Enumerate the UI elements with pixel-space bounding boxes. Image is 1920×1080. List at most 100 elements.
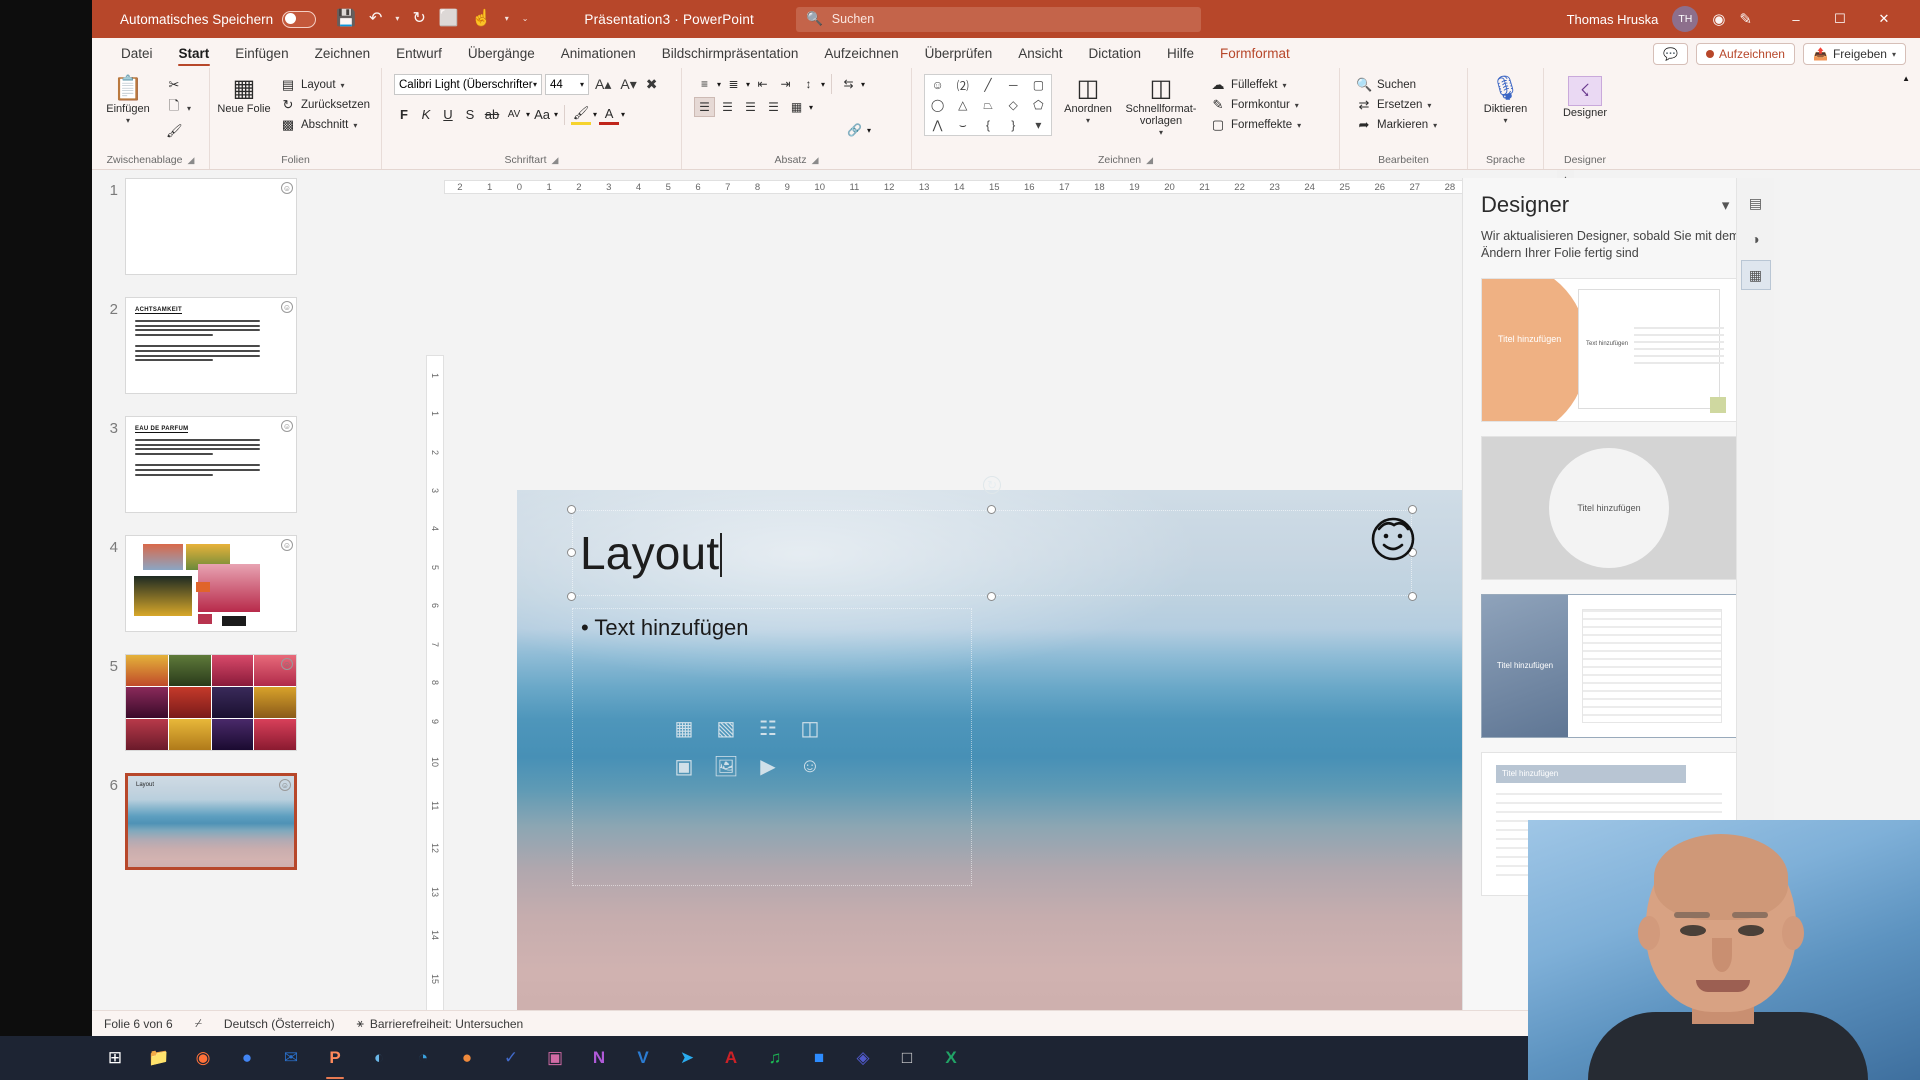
browser-icon[interactable]: ◐	[364, 1043, 394, 1073]
decrease-font-size-icon[interactable]: A▾	[617, 75, 639, 94]
font-name-dropdown-icon[interactable]: ▾	[533, 80, 537, 89]
chart-icon[interactable]: ▧	[717, 716, 736, 741]
undo-icon[interactable]: ↶	[369, 11, 382, 27]
content-placeholder[interactable]: • Text hinzufügen ▦ ▧ ☷ ◫ ▣ 🖼 ▶ ☺	[572, 608, 972, 886]
thumbnail-preview[interactable]: ☺	[125, 535, 297, 632]
font-size-dropdown-icon[interactable]: ▾	[580, 80, 584, 89]
tab-entwurf[interactable]: Entwurf	[383, 43, 455, 68]
designer-button[interactable]: ☇ Designer	[1555, 74, 1615, 119]
share-button[interactable]: 📤 Freigeben ▾	[1802, 43, 1906, 65]
tab-animationen[interactable]: Animationen	[548, 43, 649, 68]
text-shadow-button[interactable]: S	[460, 104, 480, 125]
section-button[interactable]: ▩ Abschnitt ▾	[276, 116, 374, 134]
calendar-icon[interactable]: □	[892, 1043, 922, 1073]
character-spacing-button[interactable]: AV	[504, 104, 524, 125]
todo-icon[interactable]: ✓	[496, 1043, 526, 1073]
redo-icon[interactable]: ↻	[412, 11, 425, 27]
close-button[interactable]: ✕	[1862, 0, 1906, 38]
zoom-icon[interactable]: ■	[804, 1043, 834, 1073]
align-left-button[interactable]: ☰	[694, 97, 715, 117]
telegram-icon[interactable]: ➤	[672, 1043, 702, 1073]
strikethrough-button[interactable]: ab	[482, 104, 502, 125]
3d-model-icon[interactable]: ◫	[801, 716, 820, 741]
icons-icon[interactable]: ☺	[800, 755, 820, 778]
clear-formatting-icon[interactable]: ✖	[643, 75, 661, 94]
thumbnail-preview[interactable]: Layout ☺	[125, 773, 297, 870]
copy-dropdown-icon[interactable]: ▾	[187, 104, 191, 113]
increase-indent-button[interactable]: ⇥	[775, 74, 796, 94]
resize-handle-w[interactable]	[567, 548, 576, 557]
font-dialog-launcher[interactable]: ◢	[552, 155, 559, 166]
slide-thumbnail-panel[interactable]: 1 ☺ 2 ACHTSAMKEIT ☺ 3 EAU DE PARFUM ☺ 4 …	[92, 178, 332, 988]
increase-font-size-icon[interactable]: A▴	[592, 75, 614, 94]
thumbnail-preview[interactable]: ☺	[125, 654, 297, 751]
bullets-button[interactable]: ≡	[694, 74, 715, 94]
resize-handle-n[interactable]	[987, 505, 996, 514]
find-button[interactable]: 🔍 Suchen	[1352, 76, 1441, 94]
globe-icon[interactable]: ◉	[1712, 10, 1725, 28]
shape-arrow-icon[interactable]: ─	[1009, 78, 1018, 92]
replace-button[interactable]: ⇄ Ersetzen ▾	[1352, 96, 1441, 114]
align-center-button[interactable]: ☰	[717, 97, 738, 117]
horizontal-ruler-track[interactable]: 2 1 0 1 2 3 4 5 6 7 8 9 10 11 12 13 14 1…	[444, 180, 1574, 194]
shape-brace-right-icon[interactable]: }	[1011, 118, 1015, 132]
resize-handle-sw[interactable]	[567, 592, 576, 601]
rotation-handle[interactable]: ↻	[983, 476, 1001, 494]
shape-pentagon-icon[interactable]: ⬠	[1033, 98, 1043, 112]
shape-textbox-icon[interactable]: ⑵	[957, 77, 969, 94]
thumbnail-slide-3[interactable]: 3 EAU DE PARFUM ☺	[92, 416, 332, 513]
edge-icon[interactable]: ◔	[408, 1043, 438, 1073]
autosave-control[interactable]: Automatisches Speichern	[120, 10, 317, 28]
shape-effects-button[interactable]: ▢ Formeffekte ▾	[1206, 116, 1305, 134]
file-explorer-icon[interactable]: 📁	[144, 1043, 174, 1073]
shape-brace-left-icon[interactable]: {	[986, 118, 990, 132]
tab-datei[interactable]: Datei	[108, 43, 166, 68]
numbering-button[interactable]: ≣	[723, 74, 744, 94]
tab-bildschirmpraesentation[interactable]: Bildschirmpräsentation	[649, 43, 812, 68]
pictures-icon[interactable]: 🖼	[713, 754, 738, 779]
firefox-icon[interactable]: ◉	[188, 1043, 218, 1073]
shape-curve-icon[interactable]: ⋀	[933, 118, 943, 132]
stock-images-icon[interactable]: ▣	[675, 754, 694, 779]
thumbnail-slide-1[interactable]: 1 ☺	[92, 178, 332, 275]
slide-counter[interactable]: Folie 6 von 6	[104, 1017, 173, 1031]
format-background-rail-icon[interactable]: ◑	[1741, 224, 1771, 254]
tab-start[interactable]: Start	[166, 43, 223, 68]
convert-smartart-button[interactable]: 🔗	[844, 120, 865, 140]
thumbnail-preview[interactable]: ACHTSAMKEIT ☺	[125, 297, 297, 394]
touch-mode-dropdown-icon[interactable]: ▾	[505, 15, 509, 23]
outlook-icon[interactable]: ✉	[276, 1043, 306, 1073]
shape-parallelogram-icon[interactable]: ⏢	[983, 98, 993, 113]
table-icon[interactable]: ▦	[675, 716, 694, 741]
text-highlight-button[interactable]: 🖌	[571, 104, 592, 125]
onenote-icon[interactable]: N	[584, 1043, 614, 1073]
photos-icon[interactable]: ▣	[540, 1043, 570, 1073]
tab-formformat[interactable]: Formformat	[1207, 43, 1303, 68]
font-name-combo[interactable]: Calibri Light (Überschrifter ▾	[394, 74, 542, 95]
select-button[interactable]: ➦ Markieren ▾	[1352, 116, 1441, 134]
vertical-ruler[interactable]: 1 1 2 3 4 5 6 7 8 9 10 11 12 13 14 15 16	[426, 355, 444, 1045]
designer-rail-icon[interactable]: ▦	[1740, 260, 1771, 290]
shape-diamond-icon[interactable]: ◇	[1009, 98, 1018, 112]
shape-oval-icon[interactable]: ◯	[931, 98, 944, 112]
pen-icon[interactable]: ✎	[1739, 10, 1752, 28]
layout-button[interactable]: ▤ Layout ▾	[276, 76, 374, 94]
title-placeholder[interactable]: ↻ Layout	[567, 476, 1417, 601]
tab-einfuegen[interactable]: Einfügen	[222, 43, 301, 68]
resize-handle-s[interactable]	[987, 592, 996, 601]
arrange-button[interactable]: ◫ Anordnen ▾	[1060, 74, 1116, 126]
text-highlight-dropdown-icon[interactable]: ▾	[593, 110, 597, 119]
thumbnail-slide-4[interactable]: 4 ☺	[92, 535, 332, 632]
avatar[interactable]: TH	[1672, 6, 1699, 32]
tab-hilfe[interactable]: Hilfe	[1154, 43, 1207, 68]
touch-mode-icon[interactable]: ☝	[472, 11, 492, 27]
shape-arc-icon[interactable]: ⌣	[959, 118, 967, 133]
resize-handle-nw[interactable]	[567, 505, 576, 514]
shape-triangle-icon[interactable]: △	[958, 98, 967, 112]
paste-button[interactable]: 📋 Einfügen ▾	[98, 74, 158, 126]
bold-button[interactable]: F	[394, 104, 414, 125]
italic-button[interactable]: K	[416, 104, 436, 125]
drawing-dialog-launcher[interactable]: ◢	[1146, 155, 1153, 166]
font-size-combo[interactable]: 44 ▾	[545, 74, 589, 95]
chevron-down-icon[interactable]: ▾	[1722, 196, 1730, 214]
